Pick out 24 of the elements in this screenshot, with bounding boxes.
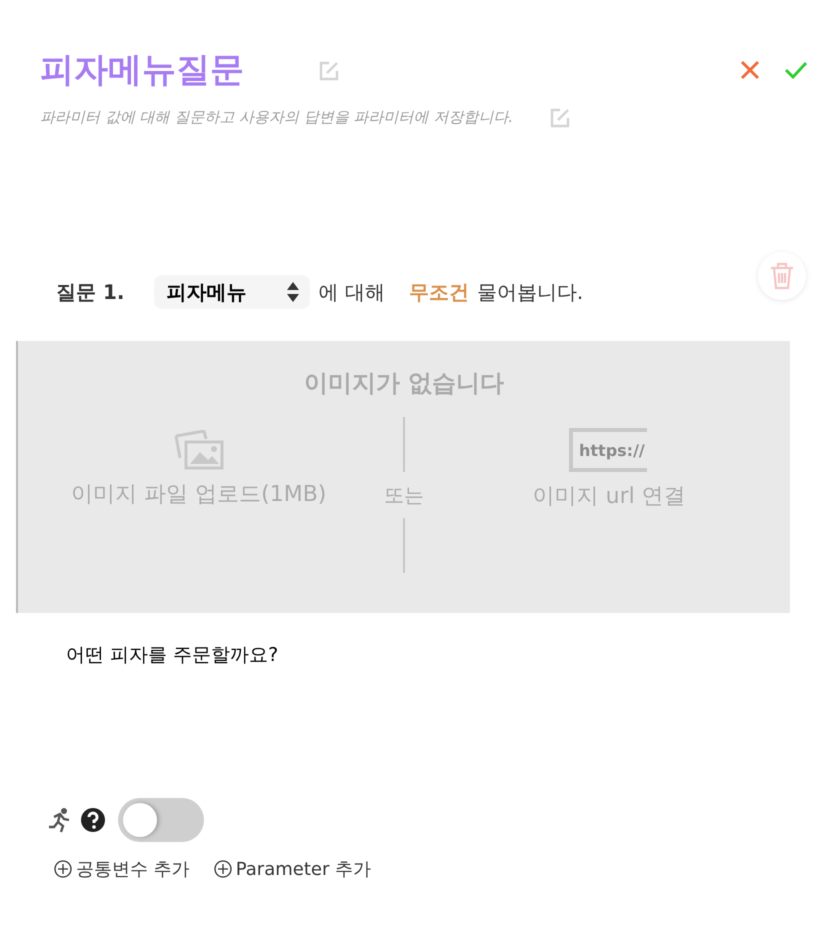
- help-icon[interactable]: [80, 806, 106, 833]
- ask-text: 물어봅니다.: [476, 279, 584, 306]
- or-text: 또는: [384, 482, 424, 510]
- parameter-select[interactable]: 피자메뉴: [154, 275, 310, 310]
- add-link[interactable]: 공통변수 추가: [54, 856, 190, 883]
- question-input[interactable]: 어떤 피자를 주문할까요?: [66, 641, 666, 670]
- plus-circle-icon: [214, 860, 232, 878]
- page-title: 피자메뉴질문: [40, 52, 244, 90]
- sort-icon: [286, 281, 300, 304]
- running-icon: [48, 806, 72, 833]
- empty-image-text: 이미지가 없습니다: [304, 368, 504, 400]
- edit-icon[interactable]: [549, 107, 572, 130]
- trash-icon: [769, 262, 795, 290]
- image-icon[interactable]: [172, 430, 226, 470]
- plus-circle-icon: [54, 860, 72, 878]
- check-icon[interactable]: [784, 60, 808, 80]
- add-link[interactable]: Parameter 추가: [214, 856, 372, 883]
- close-icon[interactable]: [740, 60, 760, 80]
- description: 파라미터 값에 대해 질문하고 사용자의 답변을 파라미터에 저장합니다.: [40, 107, 514, 128]
- about-text: 에 대해: [318, 279, 385, 306]
- question-label: 질문 1.: [56, 279, 124, 306]
- edit-icon[interactable]: [318, 60, 340, 82]
- delete-button[interactable]: [758, 252, 806, 300]
- toggle-switch[interactable]: [118, 798, 204, 842]
